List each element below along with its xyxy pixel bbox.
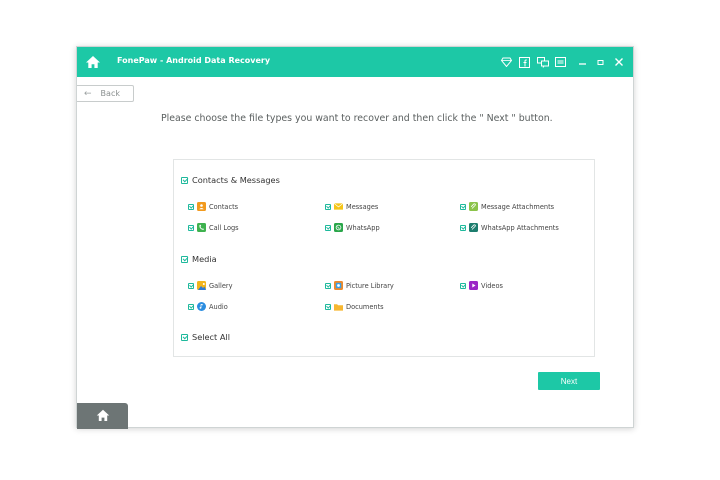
item-audio[interactable]: Audio [188,302,228,311]
item-label: Documents [346,302,384,311]
back-arrow-icon: ← [84,88,92,99]
checkbox-whatsapp-attachments[interactable] [460,224,466,231]
whatsapp-icon [334,223,343,232]
close-icon[interactable] [612,56,625,69]
checkbox-call-logs[interactable] [188,224,194,231]
restore-icon[interactable] [594,56,607,69]
back-button[interactable]: ← Back [77,85,134,102]
checkbox-gallery[interactable] [188,282,194,289]
item-label: Gallery [209,281,233,290]
checkbox-messages[interactable] [325,203,331,210]
whatsapp-attachment-icon [469,223,478,232]
item-picture-library[interactable]: Picture Library [325,281,394,290]
group-media[interactable]: Media [181,254,217,264]
minimize-icon[interactable] [576,56,589,69]
paperclip-icon [469,202,478,211]
next-button[interactable]: Next [538,372,600,390]
phone-icon [197,223,206,232]
item-label: Videos [481,281,503,290]
item-label: Contacts [209,202,239,211]
file-type-panel: Contacts & Messages Contacts Messages Me… [173,159,595,357]
item-whatsapp-attachments[interactable]: WhatsApp Attachments [460,223,559,232]
checkbox-contacts-messages[interactable] [181,176,188,184]
video-icon [469,281,478,290]
facebook-icon[interactable] [518,56,531,69]
item-gallery[interactable]: Gallery [188,281,232,290]
gallery-icon [197,281,206,290]
select-all-label: Select All [192,332,231,342]
checkbox-documents[interactable] [325,303,331,310]
checkbox-whatsapp[interactable] [325,224,331,231]
checkbox-media[interactable] [181,255,188,263]
audio-icon [197,302,206,311]
app-window: FonePaw - Android Data Recovery ← Back P… [76,46,634,429]
home-icon[interactable] [84,53,102,71]
folder-icon [334,302,343,311]
checkbox-videos[interactable] [460,282,466,289]
item-messages[interactable]: Messages [325,202,378,211]
item-label: Message Attachments [481,202,555,211]
item-label: Audio [209,302,228,311]
group-contacts-messages[interactable]: Contacts & Messages [181,175,280,185]
item-label: Picture Library [346,281,394,290]
item-call-logs[interactable]: Call Logs [188,223,239,232]
bottom-home-button[interactable] [77,403,128,429]
home-icon [96,407,110,426]
back-button-label: Back [100,89,120,98]
title-bar-controls [495,54,625,70]
select-all[interactable]: Select All [181,332,230,342]
item-videos[interactable]: Videos [460,281,503,290]
group-label: Contacts & Messages [192,175,280,185]
group-label: Media [192,254,217,264]
envelope-icon [334,202,343,211]
item-contacts[interactable]: Contacts [188,202,238,211]
item-documents[interactable]: Documents [325,302,384,311]
checkbox-message-attachments[interactable] [460,203,466,210]
diamond-icon[interactable] [500,56,513,69]
app-title: FonePaw - Android Data Recovery [117,56,271,65]
checkbox-audio[interactable] [188,303,194,310]
item-label: Call Logs [209,223,239,232]
chat-icon[interactable] [536,56,549,69]
instruction-text: Please choose the file types you want to… [161,113,553,124]
item-label: WhatsApp [346,223,380,232]
contacts-icon [197,202,206,211]
checkbox-select-all[interactable] [181,333,188,341]
menu-icon[interactable] [554,56,567,69]
item-label: Messages [346,202,379,211]
checkbox-contacts[interactable] [188,203,194,210]
checkbox-picture-library[interactable] [325,282,331,289]
title-bar: FonePaw - Android Data Recovery [77,47,633,77]
picture-library-icon [334,281,343,290]
item-label: WhatsApp Attachments [481,223,559,232]
item-message-attachments[interactable]: Message Attachments [460,202,554,211]
item-whatsapp[interactable]: WhatsApp [325,223,380,232]
